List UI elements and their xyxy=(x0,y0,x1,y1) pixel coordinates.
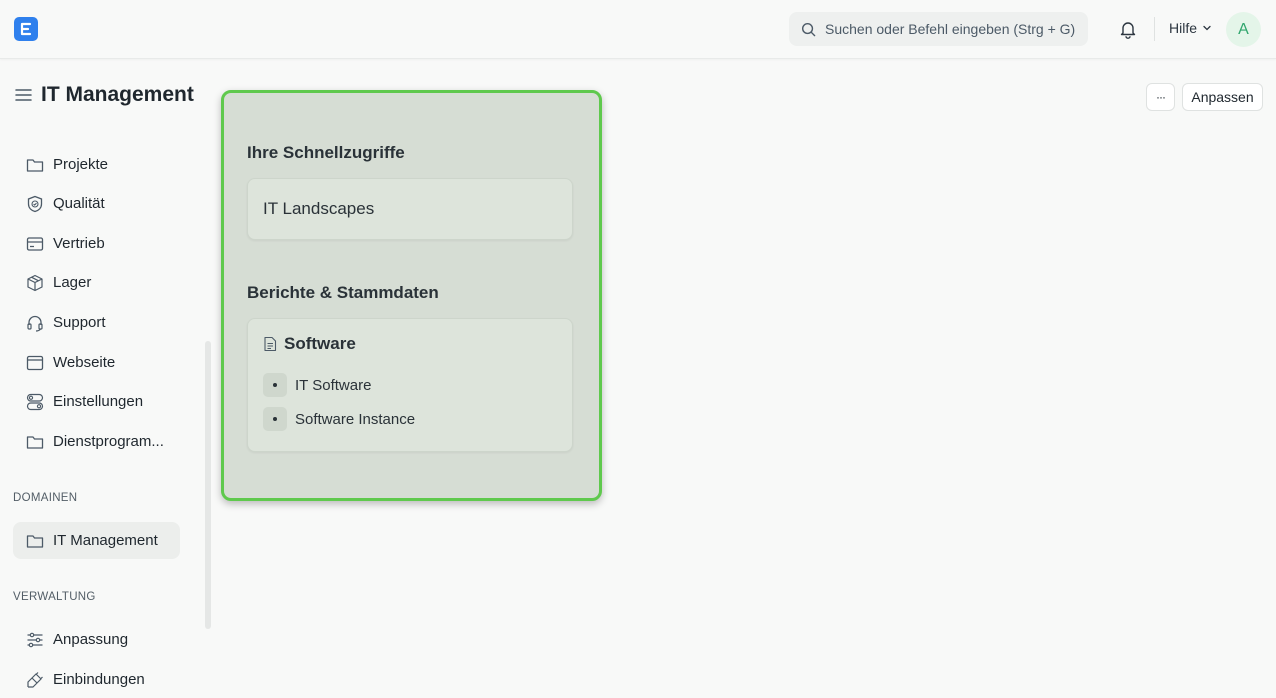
hamburger-icon xyxy=(15,89,32,101)
box-icon xyxy=(26,274,44,292)
report-card-software: Software IT Software Software Instance xyxy=(247,318,573,452)
page-header: IT Management ··· Anpassen xyxy=(0,80,1276,114)
sidebar-item-einbindungen[interactable]: Einbindungen xyxy=(13,661,180,698)
report-card-title-text: Software xyxy=(284,334,356,353)
app-logo[interactable] xyxy=(14,17,38,41)
sidebar-toggle-button[interactable] xyxy=(15,88,32,107)
bell-icon xyxy=(1120,22,1136,39)
customize-button[interactable]: Anpassen xyxy=(1182,83,1263,111)
folder-icon xyxy=(26,156,44,174)
navbar-divider xyxy=(1154,17,1155,41)
sidebar-section-admin: VERWALTUNG xyxy=(13,591,96,603)
top-navbar: Suchen oder Befehl eingeben (Strg + G) H… xyxy=(0,0,1276,59)
avatar[interactable]: A xyxy=(1226,12,1261,47)
sidebar-item-dienstprogramme[interactable]: Dienstprogram... xyxy=(13,423,180,460)
sidebar-item-label: Lager xyxy=(53,274,92,291)
sidebar-item-label: IT Management xyxy=(53,532,158,549)
sidebar-item-label: Projekte xyxy=(53,156,109,173)
folder-icon xyxy=(26,532,44,550)
sidebar-item-it-management[interactable]: IT Management xyxy=(13,522,180,559)
report-link-label: Software Instance xyxy=(295,410,416,428)
workspace-content: Ihre Schnellzugriffe IT Landscapes Beric… xyxy=(221,90,602,501)
sidebar-item-webseite[interactable]: Webseite xyxy=(13,344,180,381)
search-icon xyxy=(801,22,816,36)
shortcuts-heading: Ihre Schnellzugriffe xyxy=(247,143,405,162)
report-link-software-instance[interactable]: Software Instance xyxy=(263,407,415,431)
help-label: Hilfe xyxy=(1169,20,1198,36)
shield-check-icon xyxy=(26,195,44,213)
more-options-button[interactable]: ··· xyxy=(1146,83,1175,111)
sidebar-item-label: Einstellungen xyxy=(53,393,144,410)
headset-icon xyxy=(26,314,44,332)
sidebar: Projekte Qualität Vertrieb Lager Support… xyxy=(0,140,206,690)
sliders-icon xyxy=(26,631,44,649)
more-label: ··· xyxy=(1156,90,1166,104)
sidebar-item-label: Vertrieb xyxy=(53,235,105,252)
sidebar-section-domains: DOMAINEN xyxy=(13,492,78,504)
sidebar-item-einstellungen[interactable]: Einstellungen xyxy=(13,383,180,420)
browser-icon xyxy=(26,354,44,372)
search-input[interactable]: Suchen oder Befehl eingeben (Strg + G) xyxy=(825,21,1075,37)
card-icon xyxy=(26,235,44,253)
notifications-button[interactable] xyxy=(1118,19,1138,44)
sidebar-item-support[interactable]: Support xyxy=(13,304,180,341)
sidebar-scrollbar[interactable] xyxy=(205,341,211,629)
report-card-title: Software xyxy=(263,334,356,354)
sidebar-item-anpassung[interactable]: Anpassung xyxy=(13,621,180,658)
folder-icon xyxy=(26,433,44,451)
e-logo-icon xyxy=(20,22,32,36)
sidebar-item-label: Einbindungen xyxy=(53,671,145,688)
toggles-icon xyxy=(26,393,44,411)
help-dropdown[interactable]: Hilfe xyxy=(1169,20,1212,36)
document-icon xyxy=(264,336,277,352)
reports-heading: Berichte & Stammdaten xyxy=(247,283,439,302)
plug-icon xyxy=(26,671,44,689)
bullet-icon xyxy=(263,407,287,431)
sidebar-item-label: Webseite xyxy=(53,354,116,371)
sidebar-item-label: Dienstprogram... xyxy=(53,433,164,450)
chevron-down-icon xyxy=(1203,25,1211,31)
sidebar-item-label: Support xyxy=(53,314,106,331)
bullet-icon xyxy=(263,373,287,397)
report-link-label: IT Software xyxy=(295,376,372,394)
sidebar-item-label: Qualität xyxy=(53,195,105,212)
report-link-it-software[interactable]: IT Software xyxy=(263,373,371,397)
search-bar[interactable]: Suchen oder Befehl eingeben (Strg + G) xyxy=(789,12,1088,46)
sidebar-item-vertrieb[interactable]: Vertrieb xyxy=(13,225,180,262)
sidebar-item-qualitaet[interactable]: Qualität xyxy=(13,185,180,222)
sidebar-item-lager[interactable]: Lager xyxy=(13,264,180,301)
shortcut-it-landscapes[interactable]: IT Landscapes xyxy=(247,178,573,240)
sidebar-item-label: Anpassung xyxy=(53,631,129,648)
page-title: IT Management xyxy=(41,83,194,106)
sidebar-item-projekte[interactable]: Projekte xyxy=(13,146,180,183)
